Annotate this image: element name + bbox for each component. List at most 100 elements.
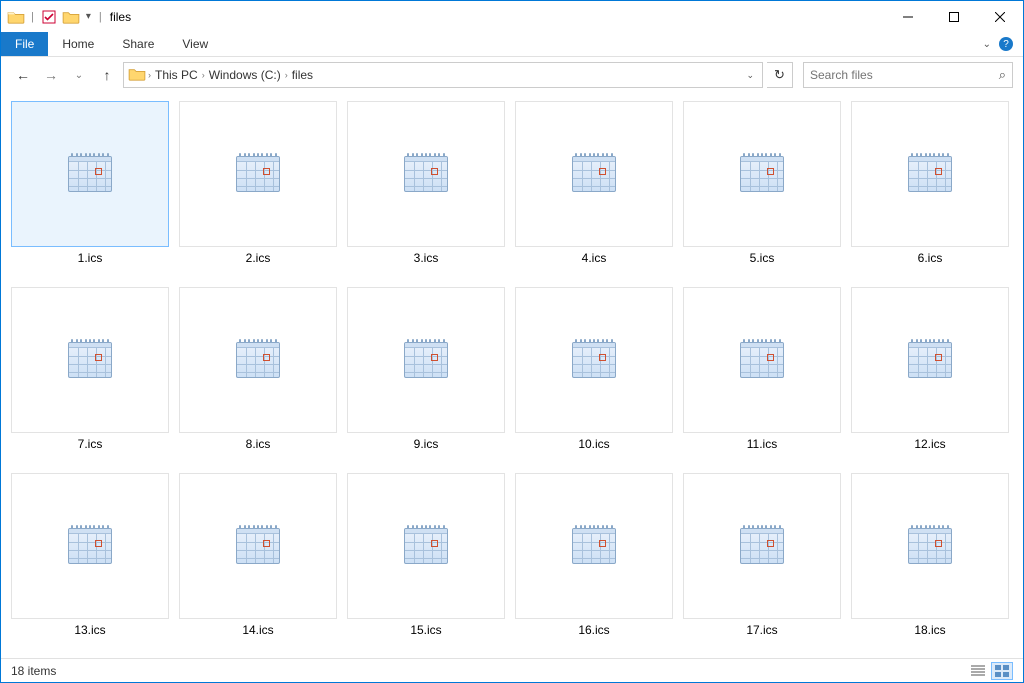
breadcrumb-sep-icon[interactable]: › — [285, 70, 288, 80]
window-controls — [885, 1, 1023, 32]
address-bar[interactable]: › This PC › Windows (C:) › files ⌄ — [123, 62, 763, 88]
file-thumbnail[interactable] — [179, 101, 337, 247]
details-view-button[interactable] — [967, 662, 989, 680]
file-name-label[interactable]: 17.ics — [746, 623, 777, 637]
search-input[interactable] — [810, 68, 999, 82]
new-folder-icon[interactable] — [62, 8, 80, 26]
tab-file[interactable]: File — [1, 32, 48, 56]
file-item[interactable]: 9.ics — [347, 287, 505, 451]
qat-separator: | — [31, 11, 34, 23]
file-thumbnail[interactable] — [347, 101, 505, 247]
file-item[interactable]: 11.ics — [683, 287, 841, 451]
file-name-label[interactable]: 2.ics — [246, 251, 271, 265]
file-name-label[interactable]: 15.ics — [410, 623, 441, 637]
file-item[interactable]: 1.ics — [11, 101, 169, 265]
file-item[interactable]: 6.ics — [851, 101, 1009, 265]
file-name-label[interactable]: 14.ics — [242, 623, 273, 637]
file-name-label[interactable]: 12.ics — [914, 437, 945, 451]
file-name-label[interactable]: 10.ics — [578, 437, 609, 451]
ribbon-expand-icon[interactable]: ⌄ — [983, 39, 991, 50]
file-name-label[interactable]: 6.ics — [918, 251, 943, 265]
calendar-icon — [740, 528, 784, 564]
minimize-button[interactable] — [885, 1, 931, 32]
address-history-icon[interactable]: ⌄ — [746, 70, 754, 81]
file-item[interactable]: 13.ics — [11, 473, 169, 637]
file-thumbnail[interactable] — [11, 287, 169, 433]
forward-button: → — [39, 63, 63, 87]
tab-share[interactable]: Share — [108, 32, 168, 56]
file-item[interactable]: 5.ics — [683, 101, 841, 265]
file-item[interactable]: 10.ics — [515, 287, 673, 451]
file-thumbnail[interactable] — [515, 473, 673, 619]
file-pane[interactable]: 1.ics 2.ics — [1, 93, 1023, 658]
folder-icon — [7, 8, 25, 26]
qat-dropdown-icon[interactable]: ▾ — [86, 11, 91, 22]
calendar-icon — [236, 528, 280, 564]
calendar-icon — [572, 528, 616, 564]
file-thumbnail[interactable] — [851, 101, 1009, 247]
file-item[interactable]: 3.ics — [347, 101, 505, 265]
file-thumbnail[interactable] — [515, 287, 673, 433]
recent-locations-button[interactable]: ⌄ — [67, 63, 91, 87]
file-thumbnail[interactable] — [683, 101, 841, 247]
thumbnails-view-button[interactable] — [991, 662, 1013, 680]
file-item[interactable]: 14.ics — [179, 473, 337, 637]
close-button[interactable] — [977, 1, 1023, 32]
breadcrumb-this-pc[interactable]: This PC — [153, 68, 200, 82]
breadcrumb-drive[interactable]: Windows (C:) — [207, 68, 283, 82]
file-name-label[interactable]: 8.ics — [246, 437, 271, 451]
file-thumbnail[interactable] — [347, 287, 505, 433]
file-name-label[interactable]: 4.ics — [582, 251, 607, 265]
help-icon[interactable]: ? — [999, 37, 1013, 51]
file-item[interactable]: 7.ics — [11, 287, 169, 451]
file-thumbnail[interactable] — [179, 287, 337, 433]
file-name-label[interactable]: 9.ics — [414, 437, 439, 451]
breadcrumb-sep-icon[interactable]: › — [202, 70, 205, 80]
file-item[interactable]: 15.ics — [347, 473, 505, 637]
quick-access-toolbar: | ▾ | — [1, 8, 104, 26]
file-thumbnail[interactable] — [851, 473, 1009, 619]
properties-icon[interactable] — [40, 8, 58, 26]
file-name-label[interactable]: 13.ics — [74, 623, 105, 637]
file-thumbnail[interactable] — [11, 473, 169, 619]
address-folder-icon — [128, 67, 146, 83]
back-button[interactable]: ← — [11, 63, 35, 87]
breadcrumb-sep-icon[interactable]: › — [148, 70, 151, 80]
file-thumbnail[interactable] — [515, 101, 673, 247]
calendar-icon — [68, 528, 112, 564]
file-item[interactable]: 16.ics — [515, 473, 673, 637]
file-item[interactable]: 2.ics — [179, 101, 337, 265]
file-thumbnail[interactable] — [11, 101, 169, 247]
calendar-icon — [68, 156, 112, 192]
search-icon[interactable]: ⌕ — [999, 67, 1006, 83]
file-thumbnail[interactable] — [851, 287, 1009, 433]
breadcrumb-folder[interactable]: files — [290, 68, 315, 82]
file-item[interactable]: 18.ics — [851, 473, 1009, 637]
file-name-label[interactable]: 1.ics — [78, 251, 103, 265]
calendar-icon — [236, 342, 280, 378]
search-box[interactable]: ⌕ — [803, 62, 1013, 88]
file-name-label[interactable]: 5.ics — [750, 251, 775, 265]
calendar-icon — [404, 342, 448, 378]
file-name-label[interactable]: 11.ics — [747, 437, 777, 451]
file-name-label[interactable]: 16.ics — [578, 623, 609, 637]
file-item[interactable]: 8.ics — [179, 287, 337, 451]
file-item[interactable]: 12.ics — [851, 287, 1009, 451]
tab-view[interactable]: View — [168, 32, 222, 56]
calendar-icon — [404, 528, 448, 564]
file-thumbnail[interactable] — [179, 473, 337, 619]
file-name-label[interactable]: 7.ics — [78, 437, 103, 451]
file-item[interactable]: 17.ics — [683, 473, 841, 637]
file-name-label[interactable]: 18.ics — [914, 623, 945, 637]
file-name-label[interactable]: 3.ics — [414, 251, 439, 265]
window-title: files — [110, 10, 131, 24]
maximize-button[interactable] — [931, 1, 977, 32]
file-item[interactable]: 4.ics — [515, 101, 673, 265]
up-button[interactable]: ↑ — [95, 63, 119, 87]
file-thumbnail[interactable] — [683, 287, 841, 433]
refresh-button[interactable]: ↻ — [767, 62, 793, 88]
file-thumbnail[interactable] — [683, 473, 841, 619]
file-thumbnail[interactable] — [347, 473, 505, 619]
tab-home[interactable]: Home — [48, 32, 108, 56]
navigation-row: ← → ⌄ ↑ › This PC › Windows (C:) › files… — [1, 57, 1023, 93]
